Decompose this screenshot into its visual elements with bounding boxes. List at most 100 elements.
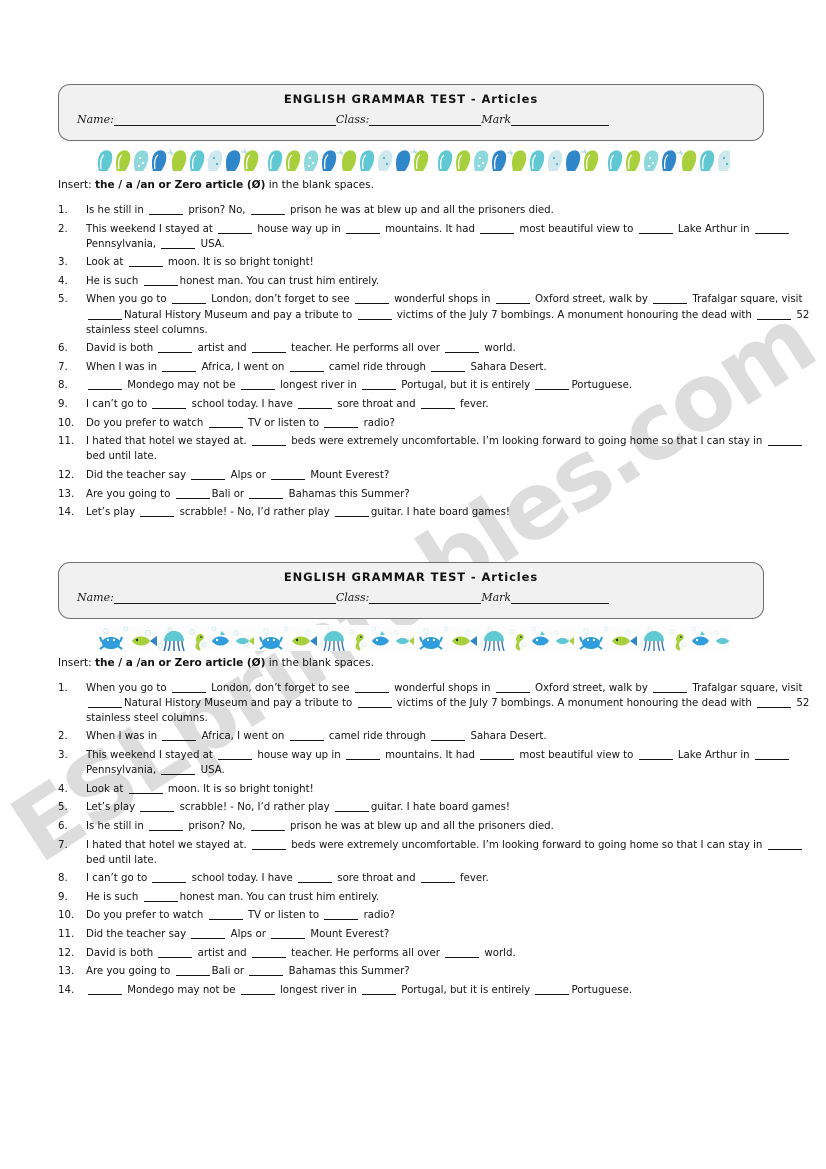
answer-blank[interactable] [149, 829, 184, 831]
answer-blank[interactable] [362, 389, 397, 391]
question-item: This weekend I stayed at house way up in… [58, 222, 816, 252]
answer-blank[interactable] [251, 848, 286, 850]
answer-blank[interactable] [158, 956, 193, 958]
answer-blank[interactable] [431, 370, 466, 372]
answer-blank[interactable] [152, 882, 187, 884]
answer-blank[interactable] [495, 691, 530, 693]
answer-blank[interactable] [754, 759, 789, 761]
answer-blank[interactable] [535, 993, 570, 995]
question-item: When you go to London, don’t forget to s… [58, 681, 810, 724]
answer-blank[interactable] [271, 478, 306, 480]
answer-blank[interactable] [289, 370, 324, 372]
answer-blank[interactable] [480, 232, 515, 234]
student-fields-1: Name: Class: Mark [73, 113, 749, 126]
answer-blank[interactable] [88, 993, 122, 995]
answer-blank[interactable] [638, 759, 673, 761]
name-input-1[interactable] [113, 115, 336, 126]
answer-blank[interactable] [357, 318, 392, 320]
answer-blank[interactable] [653, 691, 688, 693]
mark-input-2[interactable] [511, 593, 610, 604]
answer-blank[interactable] [362, 993, 397, 995]
answer-blank[interactable] [240, 389, 275, 391]
answer-blank[interactable] [88, 389, 122, 391]
mark-input-1[interactable] [511, 115, 610, 126]
answer-blank[interactable] [767, 848, 802, 850]
answer-blank[interactable] [345, 759, 380, 761]
answer-blank[interactable] [250, 214, 285, 215]
answer-blank[interactable] [271, 938, 306, 939]
instruction-lead-2: Insert: [58, 656, 92, 669]
answer-blank[interactable] [480, 759, 515, 761]
class-input-1[interactable] [369, 115, 482, 126]
answer-blank[interactable] [208, 426, 243, 428]
answer-blank[interactable] [143, 900, 178, 902]
answer-blank[interactable] [191, 938, 226, 939]
mark-label-2: Mark [481, 590, 512, 604]
answer-blank[interactable] [171, 303, 206, 305]
answer-blank[interactable] [171, 691, 206, 693]
name-input-2[interactable] [113, 593, 336, 604]
answer-blank[interactable] [251, 956, 286, 958]
answer-blank[interactable] [175, 497, 210, 499]
answer-blank[interactable] [128, 266, 163, 268]
answer-blank[interactable] [653, 303, 688, 305]
zero-article-symbol-1: Ø [251, 179, 261, 191]
answer-blank[interactable] [431, 740, 466, 742]
answer-blank[interactable] [354, 691, 389, 693]
answer-blank[interactable] [334, 516, 369, 518]
answer-blank[interactable] [208, 919, 243, 921]
answer-blank[interactable] [249, 497, 284, 499]
answer-blank[interactable] [357, 706, 392, 708]
answer-blank[interactable] [158, 352, 193, 354]
answer-blank[interactable] [143, 284, 178, 286]
answer-blank[interactable] [535, 389, 570, 391]
answer-blank[interactable] [298, 882, 333, 884]
question-item: When you go to London, don’t forget to s… [58, 292, 810, 336]
answer-blank[interactable] [191, 478, 226, 480]
answer-blank[interactable] [128, 792, 163, 794]
answer-blank[interactable] [251, 352, 286, 354]
answer-blank[interactable] [324, 919, 359, 921]
answer-blank[interactable] [250, 829, 285, 831]
answer-blank[interactable] [757, 318, 792, 320]
answer-blank[interactable] [88, 706, 122, 708]
answer-blank[interactable] [218, 232, 253, 234]
answer-blank[interactable] [420, 408, 455, 410]
answer-blank[interactable] [757, 706, 792, 708]
answer-blank[interactable] [162, 370, 197, 372]
answer-blank[interactable] [240, 993, 275, 995]
answer-blank[interactable] [495, 303, 530, 305]
answer-blank[interactable] [140, 811, 175, 813]
answer-blank[interactable] [251, 445, 286, 447]
answer-blank[interactable] [161, 247, 196, 249]
page-title-2: ENGLISH GRAMMAR TEST - Articles [283, 569, 539, 584]
name-label-1: Name: [77, 113, 114, 126]
answer-blank[interactable] [767, 445, 802, 447]
answer-blank[interactable] [298, 408, 333, 410]
answer-blank[interactable] [445, 352, 480, 354]
answer-blank[interactable] [249, 975, 284, 977]
answer-blank[interactable] [140, 516, 175, 518]
answer-blank[interactable] [218, 759, 253, 761]
answer-blank[interactable] [345, 232, 380, 234]
answer-blank[interactable] [324, 426, 359, 428]
class-input-2[interactable] [369, 593, 482, 604]
answer-blank[interactable] [334, 811, 369, 813]
answer-blank[interactable] [420, 882, 455, 884]
answer-blank[interactable] [149, 214, 184, 215]
answer-blank[interactable] [152, 408, 187, 410]
answer-blank[interactable] [754, 232, 789, 234]
answer-blank[interactable] [354, 303, 389, 305]
title-card-1: ENGLISH GRAMMAR TEST - Articles Name: Cl… [58, 84, 764, 141]
answer-blank[interactable] [175, 975, 210, 977]
answer-blank[interactable] [445, 956, 480, 958]
instruction-bold-end-1: ) [260, 179, 266, 191]
answer-blank[interactable] [162, 740, 197, 742]
mark-label-1: Mark [481, 113, 512, 126]
answer-blank[interactable] [88, 318, 122, 320]
answer-blank[interactable] [289, 740, 324, 742]
header-wrap-1: ENGLISH GRAMMAR TEST - Articles Name: Cl… [0, 84, 826, 141]
answer-blank[interactable] [638, 232, 673, 234]
question-item: When I was in Africa, I went on camel ri… [58, 729, 547, 744]
answer-blank[interactable] [161, 774, 196, 776]
